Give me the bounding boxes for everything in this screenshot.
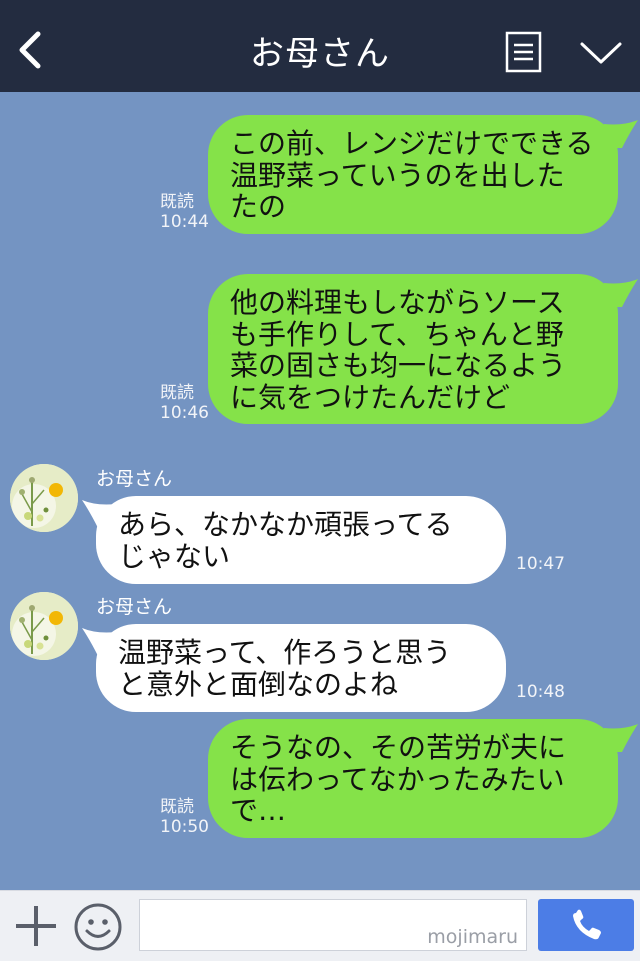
message-input[interactable]: mojimaru bbox=[139, 899, 527, 951]
flower-avatar-icon bbox=[10, 592, 78, 660]
message-time: 10:47 bbox=[516, 554, 565, 574]
message-line: で… bbox=[230, 794, 287, 827]
sender-name: お母さん bbox=[96, 468, 173, 490]
message-line: たの bbox=[230, 190, 287, 223]
chevron-down-icon bbox=[580, 42, 622, 64]
menu-button[interactable] bbox=[504, 30, 544, 74]
add-attachment-button[interactable] bbox=[14, 904, 58, 948]
sent-message-bubble[interactable]: 他の料理もしながらソース も手作りして、ちゃんと野 菜の固さも均一になるよう に… bbox=[208, 274, 618, 424]
collapse-button[interactable] bbox=[574, 34, 628, 72]
message-line: 温野菜って、作ろうと思う bbox=[118, 636, 452, 669]
message-meta: 既読 10:44 bbox=[160, 192, 209, 232]
message-line: 菜の固さも均一になるよう bbox=[230, 349, 567, 382]
message-line: と意外と面倒なのよね bbox=[118, 667, 399, 701]
sender-name: お母さん bbox=[96, 596, 173, 618]
message-line: 他の料理もしながらソース bbox=[230, 286, 565, 319]
message-input-bar: mojimaru bbox=[0, 890, 640, 961]
chat-title: お母さん bbox=[250, 34, 390, 74]
watermark: mojimaru bbox=[427, 926, 518, 948]
plus-icon bbox=[16, 906, 56, 946]
received-message-bubble[interactable]: あら、なかなか頑張ってる じゃない bbox=[96, 496, 506, 584]
flower-avatar-icon bbox=[10, 464, 78, 532]
message-time: 10:50 bbox=[160, 817, 209, 837]
sent-message-bubble[interactable]: そうなの、その苦労が夫に は伝わってなかったみたい で… bbox=[208, 719, 618, 838]
message-time: 10:48 bbox=[516, 682, 565, 702]
message-line: この前、レンジだけでできる bbox=[230, 127, 594, 160]
message-line: あら、なかなか頑張ってる bbox=[118, 508, 453, 541]
avatar[interactable] bbox=[10, 592, 78, 660]
smiley-icon bbox=[74, 903, 122, 951]
sent-message-bubble[interactable]: この前、レンジだけでできる 温野菜っていうのを出した たの bbox=[208, 115, 618, 234]
read-receipt: 既読 bbox=[160, 383, 194, 403]
phone-icon bbox=[573, 909, 601, 940]
message-line: に気をつけたんだけど bbox=[230, 380, 511, 414]
bubble-tail bbox=[604, 279, 638, 307]
menu-list-icon bbox=[505, 31, 542, 73]
emoji-button[interactable] bbox=[73, 902, 123, 952]
chat-header: お母さん bbox=[0, 0, 640, 92]
bubble-tail bbox=[604, 120, 638, 148]
message-line: じゃない bbox=[118, 539, 231, 573]
message-line: は伝わってなかったみたい bbox=[230, 762, 565, 796]
call-button[interactable] bbox=[538, 899, 634, 951]
read-receipt: 既読 bbox=[160, 192, 194, 212]
read-receipt: 既読 bbox=[160, 797, 194, 817]
message-line: 温野菜っていうのを出した bbox=[230, 158, 565, 192]
message-time: 10:44 bbox=[160, 212, 209, 232]
message-meta: 既読 10:50 bbox=[160, 797, 209, 837]
message-line: も手作りして、ちゃんと野 bbox=[230, 317, 564, 351]
message-meta: 既読 10:46 bbox=[160, 383, 209, 423]
bubble-tail bbox=[604, 724, 638, 752]
message-line: そうなの、その苦労が夫に bbox=[230, 731, 567, 764]
received-message-bubble[interactable]: 温野菜って、作ろうと思う と意外と面倒なのよね bbox=[96, 624, 506, 712]
avatar[interactable] bbox=[10, 464, 78, 532]
message-time: 10:46 bbox=[160, 403, 209, 423]
